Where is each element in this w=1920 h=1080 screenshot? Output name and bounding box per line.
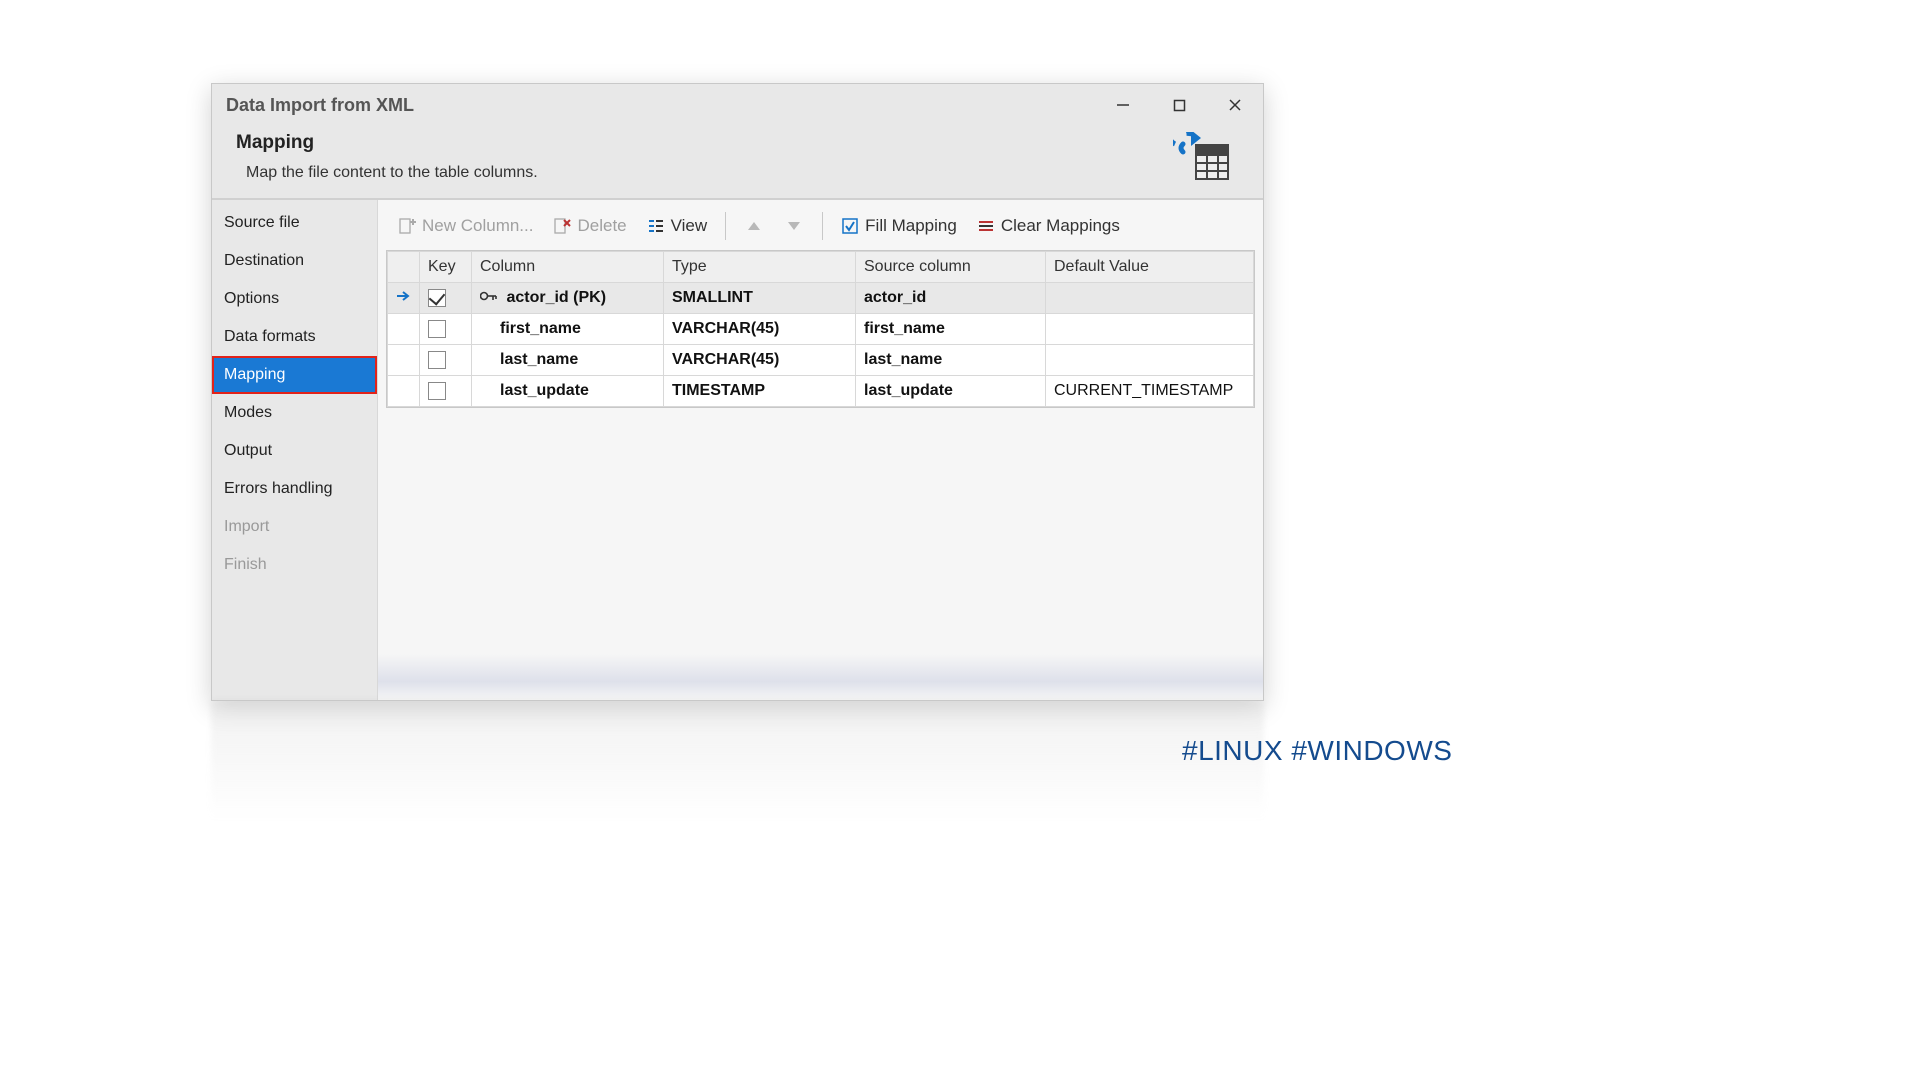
import-grid-icon xyxy=(1173,132,1233,182)
header-column[interactable]: Column xyxy=(472,252,664,283)
fill-mapping-icon xyxy=(841,217,859,235)
header-source-column[interactable]: Source column xyxy=(856,252,1046,283)
cell-column[interactable]: last_update xyxy=(472,376,664,407)
toolbar-separator xyxy=(725,212,726,240)
new-column-icon xyxy=(398,217,416,235)
hashtags-text: #LINUX #WINDOWS xyxy=(1182,735,1452,767)
header-pointer xyxy=(388,252,420,283)
cell-default[interactable]: CURRENT_TIMESTAMP xyxy=(1046,376,1254,407)
cell-column[interactable]: actor_id (PK) xyxy=(472,283,664,314)
cell-source[interactable]: last_name xyxy=(856,345,1046,376)
sidebar-item-mapping[interactable]: Mapping xyxy=(212,356,377,394)
sidebar-item-data-formats[interactable]: Data formats xyxy=(212,318,377,356)
delete-button[interactable]: Delete xyxy=(545,212,634,240)
sidebar-item-finish: Finish xyxy=(212,546,377,584)
page-header: Mapping Map the file content to the tabl… xyxy=(212,126,1263,200)
cell-type[interactable]: VARCHAR(45) xyxy=(664,314,856,345)
row-pointer xyxy=(388,345,420,376)
key-checkbox[interactable] xyxy=(420,345,472,376)
clear-mappings-button[interactable]: Clear Mappings xyxy=(969,212,1128,240)
cell-column-text: actor_id (PK) xyxy=(506,289,606,306)
cell-default[interactable] xyxy=(1046,314,1254,345)
primary-key-icon xyxy=(480,289,498,307)
maximize-icon xyxy=(1173,99,1186,112)
header-key[interactable]: Key xyxy=(420,252,472,283)
dialog-window: Data Import from XML Mapping Map the fil… xyxy=(211,83,1264,701)
table-row[interactable]: last_name VARCHAR(45) last_name xyxy=(388,345,1254,376)
header-type[interactable]: Type xyxy=(664,252,856,283)
sidebar-item-destination[interactable]: Destination xyxy=(212,242,377,280)
cell-default[interactable] xyxy=(1046,345,1254,376)
view-icon xyxy=(647,217,665,235)
key-checkbox[interactable] xyxy=(420,283,472,314)
cell-type[interactable]: SMALLINT xyxy=(664,283,856,314)
window-title: Data Import from XML xyxy=(226,95,1095,116)
chevron-down-icon xyxy=(787,221,801,231)
clear-mappings-icon xyxy=(977,217,995,235)
chevron-up-icon xyxy=(747,221,761,231)
close-button[interactable] xyxy=(1207,84,1263,126)
fill-mapping-label: Fill Mapping xyxy=(865,216,957,236)
row-pointer xyxy=(388,314,420,345)
cell-default[interactable] xyxy=(1046,283,1254,314)
window-reflection xyxy=(211,700,1264,820)
cell-source[interactable]: actor_id xyxy=(856,283,1046,314)
move-down-button[interactable] xyxy=(776,212,812,240)
table-row[interactable]: first_name VARCHAR(45) first_name xyxy=(388,314,1254,345)
row-pointer xyxy=(388,376,420,407)
delete-column-icon xyxy=(553,217,571,235)
new-column-button[interactable]: New Column... xyxy=(390,212,541,240)
table-header-row: Key Column Type Source column Default Va… xyxy=(388,252,1254,283)
cell-source[interactable]: first_name xyxy=(856,314,1046,345)
minimize-icon xyxy=(1116,98,1130,112)
table-row[interactable]: actor_id (PK) SMALLINT actor_id xyxy=(388,283,1254,314)
new-column-label: New Column... xyxy=(422,216,533,236)
close-icon xyxy=(1228,98,1242,112)
sidebar-item-options[interactable]: Options xyxy=(212,280,377,318)
title-bar: Data Import from XML xyxy=(212,84,1263,126)
view-button[interactable]: View xyxy=(639,212,716,240)
header-default-value[interactable]: Default Value xyxy=(1046,252,1254,283)
page-title: Mapping xyxy=(236,132,1173,154)
table-row[interactable]: last_update TIMESTAMP last_update CURREN… xyxy=(388,376,1254,407)
clear-mappings-label: Clear Mappings xyxy=(1001,216,1120,236)
window-controls xyxy=(1095,84,1263,126)
sidebar-item-errors-handling[interactable]: Errors handling xyxy=(212,470,377,508)
mapping-table[interactable]: Key Column Type Source column Default Va… xyxy=(386,250,1255,408)
cell-type[interactable]: VARCHAR(45) xyxy=(664,345,856,376)
panel-bottom-shadow xyxy=(378,654,1263,700)
sidebar-item-source-file[interactable]: Source file xyxy=(212,204,377,242)
cell-source[interactable]: last_update xyxy=(856,376,1046,407)
key-checkbox[interactable] xyxy=(420,314,472,345)
main-panel: New Column... Delete View xyxy=(378,200,1263,700)
toolbar: New Column... Delete View xyxy=(386,206,1255,246)
row-pointer-icon xyxy=(388,283,420,314)
wizard-steps-sidebar: Source file Destination Options Data for… xyxy=(212,200,378,700)
toolbar-separator-2 xyxy=(822,212,823,240)
fill-mapping-button[interactable]: Fill Mapping xyxy=(833,212,965,240)
minimize-button[interactable] xyxy=(1095,84,1151,126)
cell-type[interactable]: TIMESTAMP xyxy=(664,376,856,407)
key-checkbox[interactable] xyxy=(420,376,472,407)
page-subtitle: Map the file content to the table column… xyxy=(236,164,1173,182)
maximize-button[interactable] xyxy=(1151,84,1207,126)
sidebar-item-import: Import xyxy=(212,508,377,546)
sidebar-item-output[interactable]: Output xyxy=(212,432,377,470)
cell-column[interactable]: first_name xyxy=(472,314,664,345)
sidebar-item-modes[interactable]: Modes xyxy=(212,394,377,432)
move-up-button[interactable] xyxy=(736,212,772,240)
view-label: View xyxy=(671,216,708,236)
cell-column[interactable]: last_name xyxy=(472,345,664,376)
delete-label: Delete xyxy=(577,216,626,236)
